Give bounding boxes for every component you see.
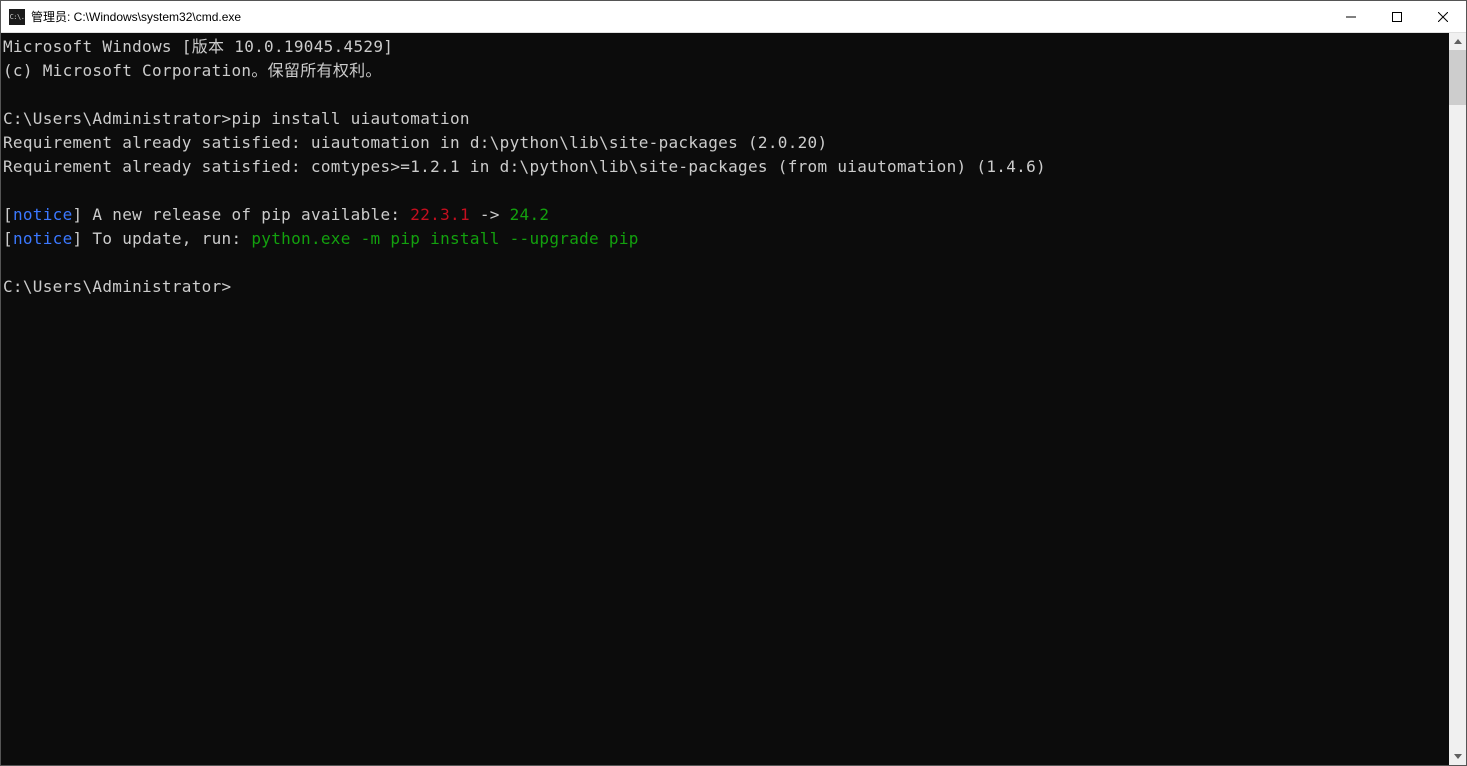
cmd-window: C:\. 管理员: C:\Windows\system32\cmd.exe Mi… <box>0 0 1467 766</box>
notice-1-bracket-open: [ <box>3 205 13 224</box>
chevron-up-icon <box>1454 39 1462 44</box>
requirement-line-2: Requirement already satisfied: comtypes>… <box>3 157 1046 176</box>
scroll-up-button[interactable] <box>1449 33 1466 50</box>
notice-1-text: A new release of pip available: <box>82 205 410 224</box>
notice-1-old-version: 22.3.1 <box>410 205 470 224</box>
notice-1-arrow: -> <box>470 205 510 224</box>
terminal-output[interactable]: Microsoft Windows [版本 10.0.19045.4529] (… <box>1 33 1449 765</box>
maximize-icon <box>1392 12 1402 22</box>
notice-1-bracket-close: ] <box>73 205 83 224</box>
notice-2-word: notice <box>13 229 73 248</box>
scroll-thumb[interactable] <box>1449 50 1466 105</box>
close-button[interactable] <box>1420 1 1466 32</box>
scroll-track[interactable] <box>1449 50 1466 748</box>
terminal-area: Microsoft Windows [版本 10.0.19045.4529] (… <box>1 33 1466 765</box>
notice-1-new-version: 24.2 <box>510 205 550 224</box>
notice-2-bracket-close: ] <box>73 229 83 248</box>
scroll-down-button[interactable] <box>1449 748 1466 765</box>
notice-2-text: To update, run: <box>82 229 251 248</box>
close-icon <box>1438 12 1448 22</box>
header-line-1: Microsoft Windows [版本 10.0.19045.4529] <box>3 37 393 56</box>
maximize-button[interactable] <box>1374 1 1420 32</box>
titlebar[interactable]: C:\. 管理员: C:\Windows\system32\cmd.exe <box>1 1 1466 33</box>
notice-1-word: notice <box>13 205 73 224</box>
prompt-2-path: C:\Users\Administrator> <box>3 277 231 296</box>
prompt-1-command: pip install uiautomation <box>231 109 469 128</box>
window-title: 管理员: C:\Windows\system32\cmd.exe <box>31 8 241 25</box>
requirement-line-1: Requirement already satisfied: uiautomat… <box>3 133 827 152</box>
minimize-icon <box>1346 12 1356 22</box>
window-controls <box>1328 1 1466 32</box>
chevron-down-icon <box>1454 754 1462 759</box>
scrollbar[interactable] <box>1449 33 1466 765</box>
notice-2-command: python.exe -m pip install --upgrade pip <box>251 229 638 248</box>
cmd-icon: C:\. <box>9 9 25 25</box>
prompt-1-path: C:\Users\Administrator> <box>3 109 231 128</box>
minimize-button[interactable] <box>1328 1 1374 32</box>
header-line-2: (c) Microsoft Corporation。保留所有权利。 <box>3 61 382 80</box>
notice-2-bracket-open: [ <box>3 229 13 248</box>
titlebar-left: C:\. 管理员: C:\Windows\system32\cmd.exe <box>1 8 241 25</box>
